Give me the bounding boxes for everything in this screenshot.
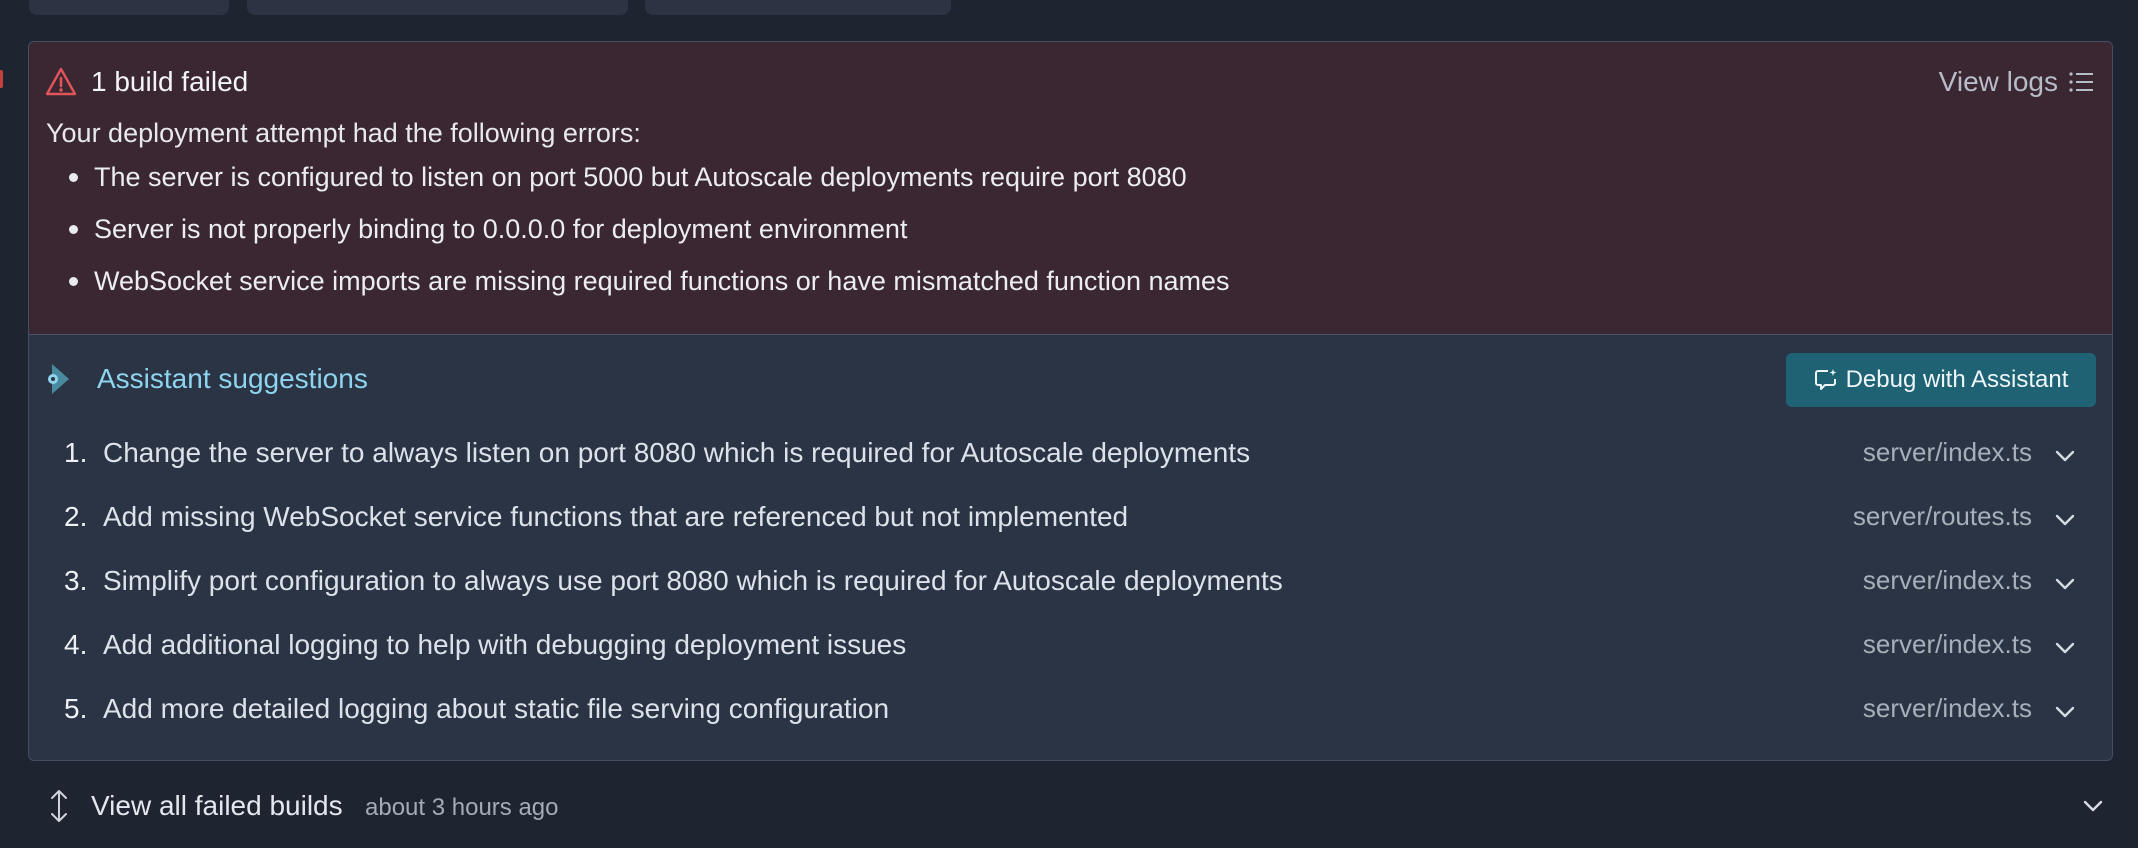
suggestion-number: 3. [64,565,88,596]
top-stub[interactable] [247,0,628,15]
top-tab-stubs [0,0,2138,18]
suggestion-item[interactable]: 4. Add additional logging to help with d… [29,617,2112,681]
edge-marker [0,70,3,88]
chevron-down-icon[interactable] [2054,701,2076,723]
suggestion-number: 2. [64,501,88,532]
suggestion-item[interactable]: 2. Add missing WebSocket service functio… [29,489,2112,553]
suggestion-file[interactable]: server/index.ts [1863,693,2032,724]
suggestion-text: Simplify port configuration to always us… [103,565,1283,596]
suggestion-item[interactable]: 5. Add more detailed logging about stati… [29,681,2112,745]
suggestion-item[interactable]: 1. Change the server to always listen on… [29,425,2112,489]
debug-button-label: Debug with Assistant [1845,366,2069,393]
chevron-down-icon[interactable] [2054,445,2076,467]
debug-with-assistant-button[interactable]: Debug with Assistant [1786,353,2096,407]
error-header: 1 build failed [45,64,248,100]
view-logs-button[interactable]: View logs [1939,64,2094,100]
build-failure-card: 1 build failed View logs Your deployment… [28,41,2113,761]
assistant-suggestions-section: Assistant suggestions Debug with Assista… [29,335,2112,760]
top-stub[interactable] [645,0,951,15]
chat-sparkle-icon [1814,368,1838,392]
suggestion-file[interactable]: server/index.ts [1863,437,2032,468]
suggestion-file[interactable]: server/index.ts [1863,565,2032,596]
view-all-failed-builds-label[interactable]: View all failed builds [91,790,343,822]
suggestion-number: 5. [64,693,88,724]
suggestion-text: Add additional logging to help with debu… [103,629,907,660]
suggestion-text: Add missing WebSocket service functions … [103,501,1129,532]
suggestions-title: Assistant suggestions [97,363,368,394]
error-title: 1 build failed [91,66,249,97]
suggestion-number: 4. [64,629,88,660]
warning-triangle-icon [45,66,77,98]
suggestion-item[interactable]: 3. Simplify port configuration to always… [29,553,2112,617]
suggestions-header: Assistant suggestions [47,357,368,401]
suggestion-text: Add more detailed logging about static f… [103,693,890,724]
error-list: The server is configured to listen on po… [29,159,2112,315]
error-intro: Your deployment attempt had the followin… [46,118,641,148]
suggestion-text: Change the server to always listen on po… [103,437,1251,468]
view-all-failed-builds-row[interactable]: View all failed builds about 3 hours ago [0,770,2138,840]
timestamp: about 3 hours ago [365,794,559,821]
error-item: Server is not properly binding to 0.0.0.… [29,211,2112,263]
chevron-down-icon[interactable] [2082,795,2104,817]
list-icon [2068,71,2094,93]
chevron-down-icon[interactable] [2054,573,2076,595]
suggestion-number: 1. [64,437,88,468]
error-item: The server is configured to listen on po… [29,159,2112,211]
suggestions-list: 1. Change the server to always listen on… [29,425,2112,745]
error-item: WebSocket service imports are missing re… [29,263,2112,315]
view-logs-label: View logs [1938,66,2058,97]
assistant-icon [47,362,73,396]
suggestion-file[interactable]: server/index.ts [1863,629,2032,660]
error-section: 1 build failed View logs Your deployment… [29,42,2112,335]
chevron-down-icon[interactable] [2054,509,2076,531]
suggestion-file[interactable]: server/routes.ts [1853,501,2032,532]
top-stub[interactable] [29,0,229,15]
expand-vertical-icon [51,790,67,822]
chevron-down-icon[interactable] [2054,637,2076,659]
